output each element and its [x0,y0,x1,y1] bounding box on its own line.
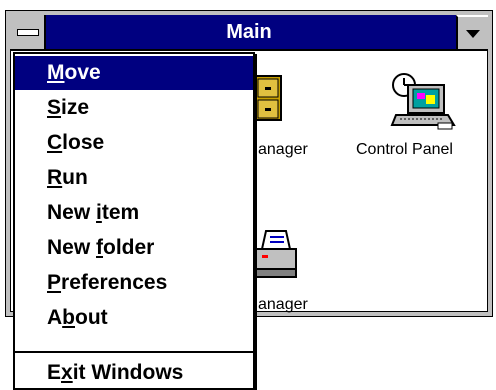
menu-item-run[interactable]: Run [15,161,253,195]
control-panel-icon[interactable] [388,71,456,131]
menu-item-exit-windows[interactable]: Exit Windows [15,356,253,390]
file-cabinet-icon[interactable] [254,75,284,123]
printer-icon[interactable] [252,229,300,281]
control-menu-icon [17,29,39,36]
control-panel-label[interactable]: Control Panel [356,141,453,159]
title-bar[interactable]: Main [10,15,488,51]
print-manager-label[interactable]: anager [258,296,308,314]
menu-item-new-folder[interactable]: New folder [15,231,253,265]
minimize-button[interactable] [456,15,488,49]
menu-item-preferences[interactable]: Preferences [15,266,253,300]
down-arrow-icon [466,30,480,38]
menu-item-size[interactable]: Size [15,91,253,125]
menu-item-close[interactable]: Close [15,126,253,160]
menu-separator [15,351,253,353]
menu-item-about[interactable]: About [15,301,253,335]
window-title: Main [226,21,272,43]
file-manager-label[interactable]: anager [258,141,308,159]
control-menu-button[interactable] [10,15,46,49]
menu-item-move[interactable]: Move [15,56,253,90]
menu-item-new-item[interactable]: New item [15,196,253,230]
control-menu: Move Size Close Run New item New folder … [13,52,255,390]
